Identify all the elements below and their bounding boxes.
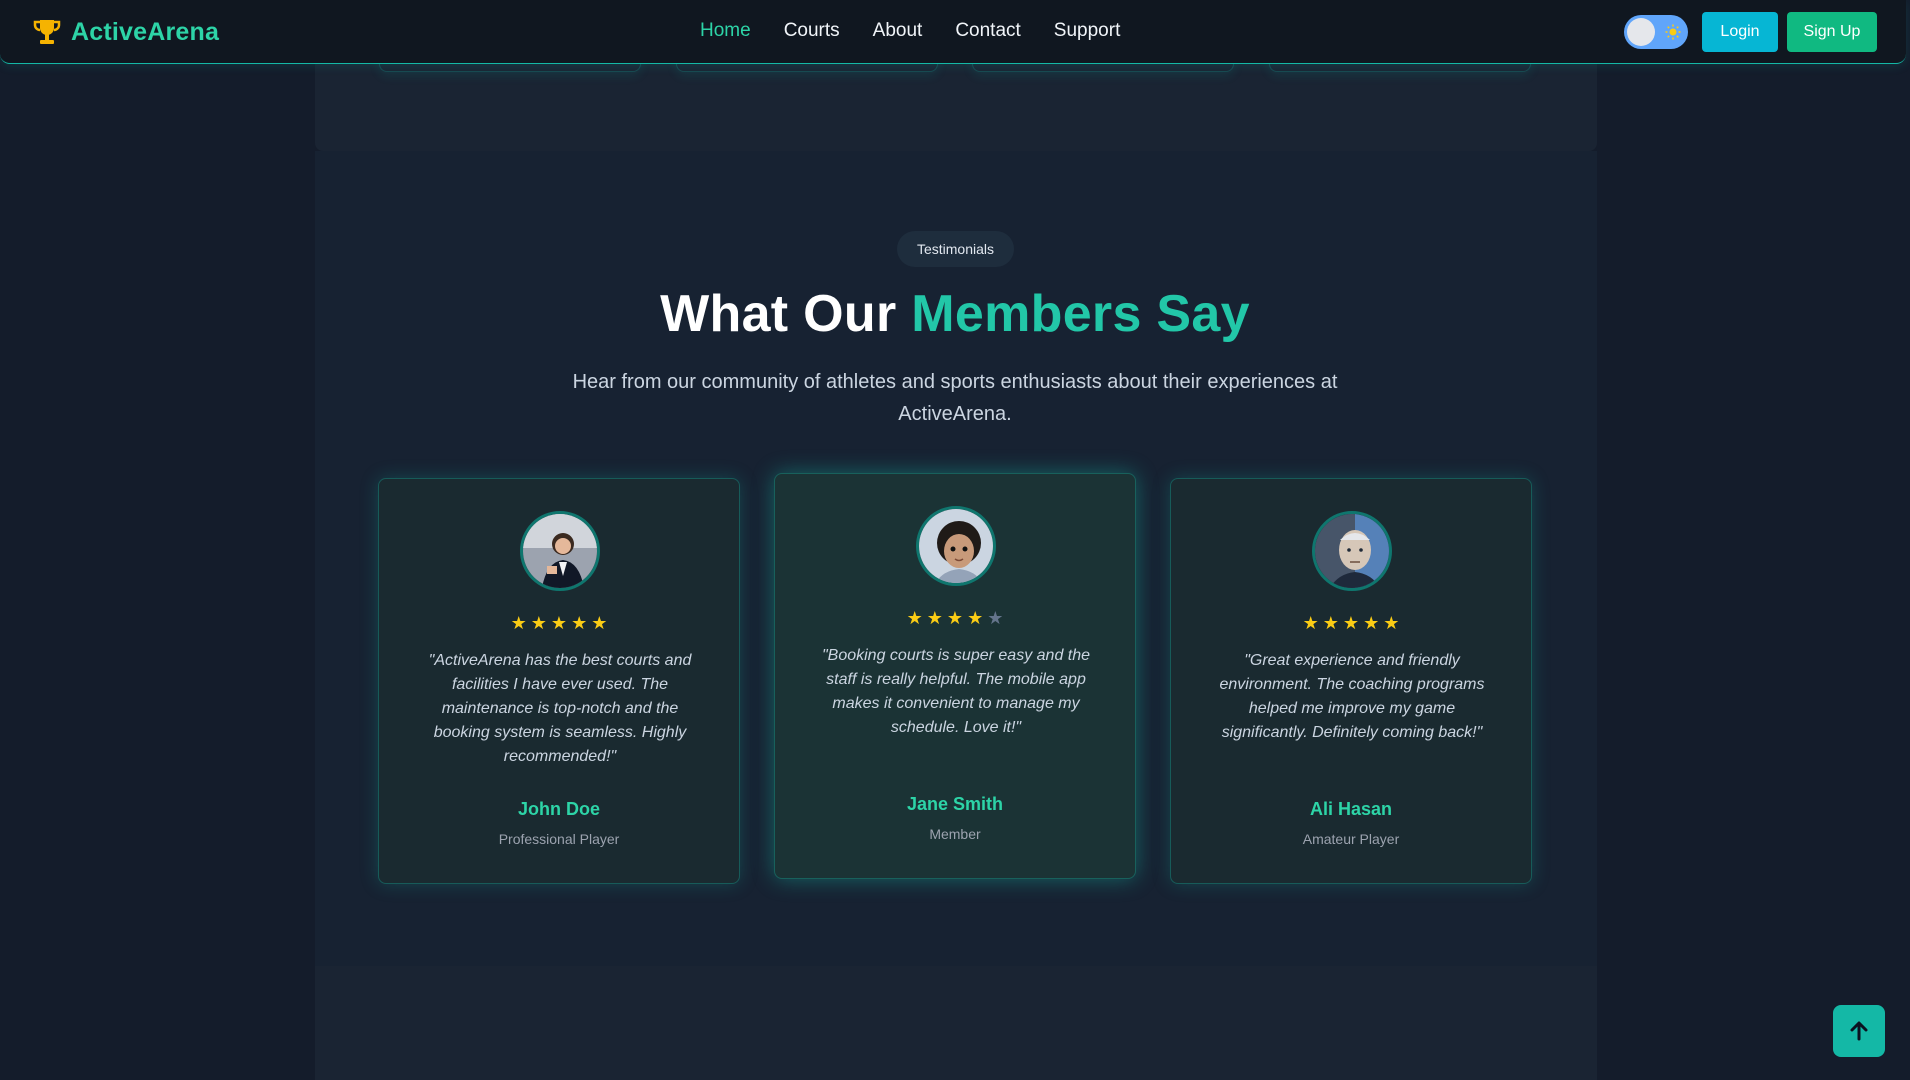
rating-stars: ★ ★ ★ ★ ★ <box>775 608 1135 629</box>
star-icon: ★ <box>946 608 964 628</box>
star-icon: ★ <box>571 613 588 633</box>
main-nav: Home Courts About Contact Support <box>700 20 1120 42</box>
star-icon: ★ <box>906 608 923 628</box>
star-icon: ★ <box>591 613 608 633</box>
nav-link-about[interactable]: About <box>873 20 923 42</box>
toggle-knob <box>1627 18 1655 46</box>
star-empty-icon: ★ <box>987 608 1004 628</box>
nav-link-home[interactable]: Home <box>700 20 751 42</box>
testimonial-card: ★ ★ ★ ★ ★ "ActiveArena has the best cour… <box>378 478 740 884</box>
star-icon: ★ <box>550 613 568 633</box>
star-icon: ★ <box>1322 613 1339 633</box>
arrow-up-icon <box>1850 1021 1868 1041</box>
member-role: Amateur Player <box>1302 831 1400 847</box>
member-name: John Doe <box>517 799 600 819</box>
rating-stars: ★ ★ ★ ★ ★ <box>1171 613 1531 634</box>
star-icon: ★ <box>1302 613 1319 633</box>
member-name: Jane Smith <box>906 794 1004 814</box>
heading-accent: Members Say <box>911 285 1250 343</box>
testimonial-quote: "Booking courts is super easy and the st… <box>821 647 1091 736</box>
section-subheading: Hear from our community of athletes and … <box>572 371 1338 425</box>
rating-stars: ★ ★ ★ ★ ★ <box>379 613 739 634</box>
top-navbar: ActiveArena Home Courts About Contact Su… <box>0 0 1906 64</box>
sun-icon <box>1665 24 1681 40</box>
theme-toggle[interactable] <box>1624 15 1688 49</box>
nav-link-contact[interactable]: Contact <box>955 20 1020 42</box>
member-role: Member <box>929 826 981 842</box>
avatar <box>1312 511 1392 591</box>
heading-plain: What Our <box>660 285 912 343</box>
user-photo <box>1315 514 1389 588</box>
member-role: Professional Player <box>498 831 620 847</box>
trophy-icon <box>33 20 61 44</box>
nav-link-support[interactable]: Support <box>1054 20 1121 42</box>
testimonial-card: ★ ★ ★ ★ ★ "Great experience and friendly… <box>1170 478 1532 884</box>
nav-link-courts[interactable]: Courts <box>784 20 840 42</box>
star-icon: ★ <box>1363 613 1380 633</box>
brand-name: ActiveArena <box>71 17 220 46</box>
signup-button[interactable]: Sign Up <box>1787 12 1877 52</box>
brand-logo[interactable]: ActiveArena <box>31 16 219 48</box>
user-photo <box>523 514 597 588</box>
avatar <box>916 506 996 586</box>
star-icon: ★ <box>1342 613 1360 633</box>
star-icon: ★ <box>926 608 943 628</box>
avatar <box>520 511 600 591</box>
star-icon: ★ <box>510 613 527 633</box>
testimonial-card: ★ ★ ★ ★ ★ "Booking courts is super easy … <box>774 473 1136 879</box>
testimonial-quote: "ActiveArena has the best courts and fac… <box>428 652 692 765</box>
scroll-to-top-button[interactable] <box>1833 1005 1885 1057</box>
section-badge: Testimonials <box>897 231 1014 267</box>
user-photo <box>919 509 993 583</box>
star-icon: ★ <box>967 608 984 628</box>
next-section <box>315 966 1597 1080</box>
login-button[interactable]: Login <box>1702 12 1778 52</box>
testimonial-quote: "Great experience and friendly environme… <box>1219 652 1485 741</box>
section-heading: What Our Members Say <box>0 284 1910 344</box>
star-icon: ★ <box>1383 613 1400 633</box>
star-icon: ★ <box>530 613 547 633</box>
member-name: Ali Hasan <box>1309 799 1393 819</box>
